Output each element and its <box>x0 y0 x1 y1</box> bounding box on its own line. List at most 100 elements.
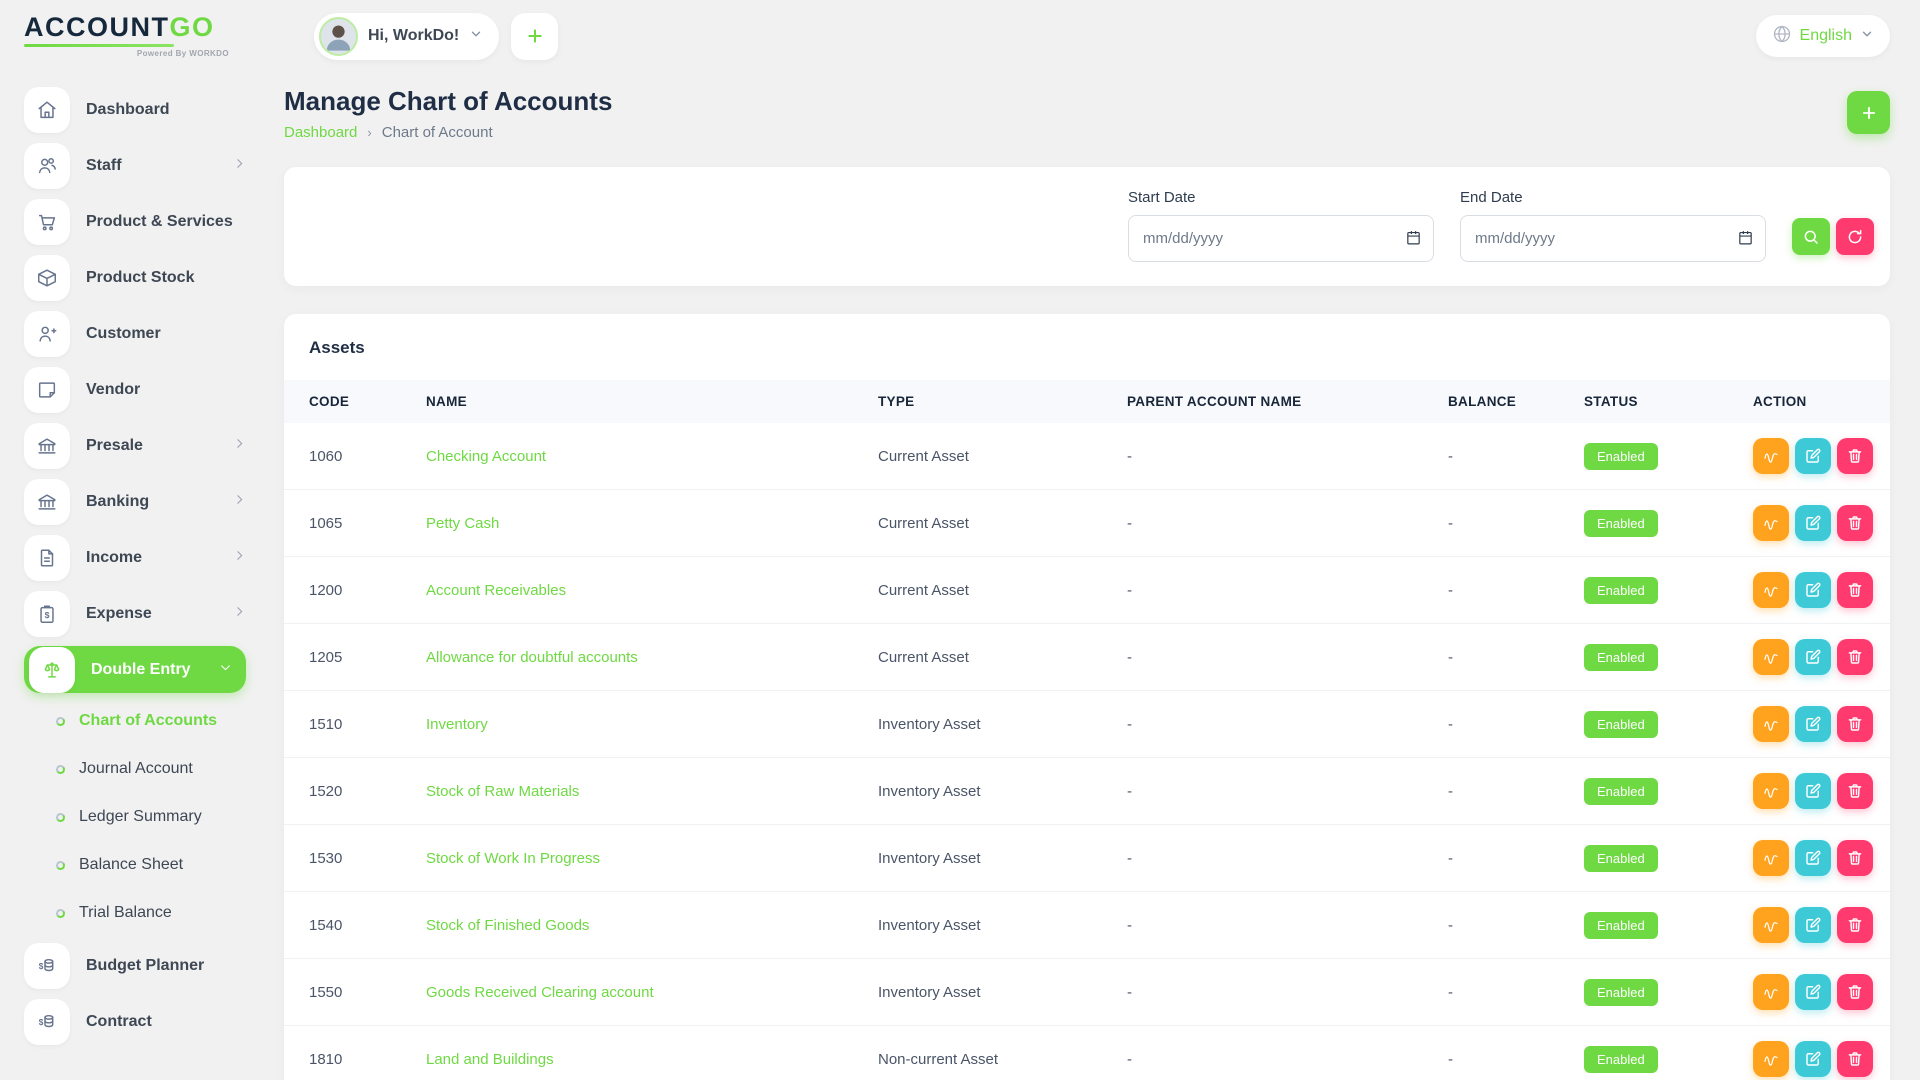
sidebar-item-budget-planner[interactable]: $ Budget Planner <box>24 942 246 989</box>
cell-name: Allowance for doubtful accounts <box>416 624 868 691</box>
cell-code: 1810 <box>284 1026 416 1080</box>
home-icon <box>24 87 70 133</box>
delete-button[interactable] <box>1837 840 1873 876</box>
edit-button[interactable] <box>1795 1041 1831 1077</box>
account-name-link[interactable]: Stock of Finished Goods <box>426 917 589 934</box>
cell-balance: - <box>1438 892 1574 959</box>
account-name-link[interactable]: Petty Cash <box>426 515 499 532</box>
edit-button[interactable] <box>1795 974 1831 1010</box>
end-date-input[interactable] <box>1460 215 1766 262</box>
cell-name: Petty Cash <box>416 490 868 557</box>
account-name-link[interactable]: Stock of Raw Materials <box>426 783 579 800</box>
transactions-button[interactable] <box>1753 1041 1789 1077</box>
brand-logo[interactable]: ACCOUNTGO Powered By WORKDO <box>24 14 264 58</box>
sidebar-subitem-chart-of-accounts[interactable]: Chart of Accounts <box>24 702 246 740</box>
sidebar-subitem-balance-sheet[interactable]: Balance Sheet <box>24 846 246 884</box>
table-row: 1520 Stock of Raw Materials Inventory As… <box>284 758 1890 825</box>
edit-button[interactable] <box>1795 505 1831 541</box>
accounts-table: CODE NAME TYPE PARENT ACCOUNT NAME BALAN… <box>284 380 1890 1080</box>
accounts-table-card: Assets CODE NAME TYPE PARENT ACCOUNT NAM… <box>284 314 1890 1080</box>
user-menu[interactable]: Hi, WorkDo! <box>314 13 499 60</box>
edit-button[interactable] <box>1795 840 1831 876</box>
delete-button[interactable] <box>1837 773 1873 809</box>
transactions-button[interactable] <box>1753 572 1789 608</box>
transactions-button[interactable] <box>1753 840 1789 876</box>
account-name-link[interactable]: Allowance for doubtful accounts <box>426 649 638 666</box>
delete-button[interactable] <box>1837 572 1873 608</box>
apply-filter-button[interactable] <box>1792 218 1830 255</box>
cell-balance: - <box>1438 959 1574 1026</box>
sidebar-subitem-ledger-summary[interactable]: Ledger Summary <box>24 798 246 836</box>
account-name-link[interactable]: Inventory <box>426 716 488 733</box>
transactions-button[interactable] <box>1753 505 1789 541</box>
transactions-button[interactable] <box>1753 974 1789 1010</box>
sidebar-item-double-entry[interactable]: Double Entry <box>24 646 246 693</box>
start-date-input[interactable] <box>1128 215 1434 262</box>
calendar-icon[interactable] <box>1405 229 1422 251</box>
sidebar-item-banking[interactable]: Banking <box>24 478 246 525</box>
status-badge: Enabled <box>1584 912 1658 939</box>
end-date-label: End Date <box>1460 189 1766 206</box>
edit-button[interactable] <box>1795 773 1831 809</box>
delete-button[interactable] <box>1837 974 1873 1010</box>
quick-add-button[interactable] <box>511 13 558 60</box>
edit-button[interactable] <box>1795 706 1831 742</box>
transactions-button[interactable] <box>1753 706 1789 742</box>
cell-action <box>1743 1026 1890 1080</box>
sidebar-item-vendor[interactable]: Vendor <box>24 366 246 413</box>
sidebar-item-income[interactable]: Income <box>24 534 246 581</box>
cell-name: Stock of Raw Materials <box>416 758 868 825</box>
transactions-button[interactable] <box>1753 773 1789 809</box>
transactions-button[interactable] <box>1753 907 1789 943</box>
delete-button[interactable] <box>1837 438 1873 474</box>
sidebar-item-product-services[interactable]: Product & Services <box>24 198 246 245</box>
delete-button[interactable] <box>1837 907 1873 943</box>
sidebar-item-expense[interactable]: $ Expense <box>24 590 246 637</box>
status-badge: Enabled <box>1584 979 1658 1006</box>
sidebar-item-presale[interactable]: Presale <box>24 422 246 469</box>
account-name-link[interactable]: Checking Account <box>426 448 546 465</box>
delete-button[interactable] <box>1837 639 1873 675</box>
pulse-wave-icon <box>1762 581 1780 599</box>
sidebar-item-product-stock[interactable]: Product Stock <box>24 254 246 301</box>
breadcrumb-dashboard-link[interactable]: Dashboard <box>284 124 357 141</box>
chevron-right-icon <box>233 605 246 623</box>
delete-button[interactable] <box>1837 1041 1873 1077</box>
edit-button[interactable] <box>1795 907 1831 943</box>
delete-button[interactable] <box>1837 706 1873 742</box>
cell-balance: - <box>1438 1026 1574 1080</box>
sidebar-item-dashboard[interactable]: Dashboard <box>24 86 246 133</box>
edit-button[interactable] <box>1795 572 1831 608</box>
account-name-link[interactable]: Account Receivables <box>426 582 566 599</box>
delete-button[interactable] <box>1837 505 1873 541</box>
sidebar-subitem-trial-balance[interactable]: Trial Balance <box>24 894 246 932</box>
trash-icon <box>1846 916 1864 934</box>
table-row: 1065 Petty Cash Current Asset - - Enable… <box>284 490 1890 557</box>
cell-parent-account: - <box>1117 624 1438 691</box>
create-account-button[interactable] <box>1847 91 1890 134</box>
trash-icon <box>1846 648 1864 666</box>
account-name-link[interactable]: Land and Buildings <box>426 1051 554 1068</box>
box-icon <box>24 255 70 301</box>
sidebar-subitem-journal-account[interactable]: Journal Account <box>24 750 246 788</box>
sidebar-item-customer[interactable]: Customer <box>24 310 246 357</box>
edit-icon <box>1804 581 1822 599</box>
account-name-link[interactable]: Goods Received Clearing account <box>426 984 654 1001</box>
avatar <box>319 17 358 56</box>
transactions-button[interactable] <box>1753 639 1789 675</box>
language-selector[interactable]: English <box>1756 15 1890 57</box>
pulse-wave-icon <box>1762 648 1780 666</box>
reset-filter-button[interactable] <box>1836 218 1874 255</box>
sidebar-item-contract[interactable]: $ Contract <box>24 998 246 1045</box>
transactions-button[interactable] <box>1753 438 1789 474</box>
account-name-link[interactable]: Stock of Work In Progress <box>426 850 600 867</box>
sidebar-item-staff[interactable]: Staff <box>24 142 246 189</box>
edit-button[interactable] <box>1795 438 1831 474</box>
cell-parent-account: - <box>1117 959 1438 1026</box>
calendar-icon[interactable] <box>1737 229 1754 251</box>
cell-status: Enabled <box>1574 490 1743 557</box>
edit-button[interactable] <box>1795 639 1831 675</box>
cell-action <box>1743 624 1890 691</box>
cell-type: Current Asset <box>868 624 1117 691</box>
coins-dollar-icon: $ <box>24 999 70 1045</box>
